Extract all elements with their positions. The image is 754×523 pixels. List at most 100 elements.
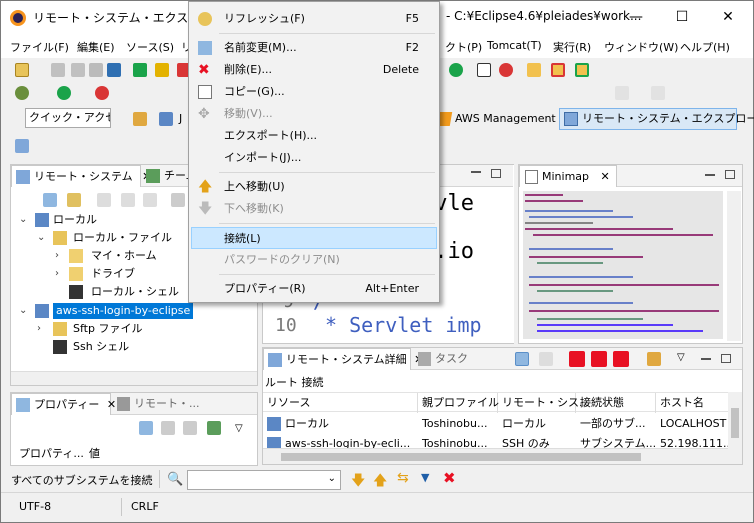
minimap-preview[interactable] xyxy=(523,191,723,339)
debug-resume-icon[interactable] xyxy=(133,63,147,77)
sync-icon[interactable]: ⇆ xyxy=(397,470,409,486)
menu-item-import[interactable]: インポート(J)... xyxy=(191,147,437,169)
menu-source[interactable]: ソース(S) xyxy=(126,39,174,55)
search-icon[interactable]: 🔍 xyxy=(167,472,183,487)
stop-icon[interactable] xyxy=(569,351,585,367)
menu-item-clear-password[interactable]: パスワードのクリア(N) xyxy=(191,249,437,271)
minimize-view-icon[interactable] xyxy=(471,171,481,173)
tomcat-cat-restart-icon[interactable] xyxy=(575,63,589,77)
restore-icon[interactable] xyxy=(183,421,197,435)
tab-remote-shell[interactable]: リモート・... xyxy=(112,393,206,415)
scrollbar-thumb[interactable] xyxy=(731,408,739,438)
nav-back-icon[interactable] xyxy=(615,86,629,100)
menu-item-rename[interactable]: 名前変更(M)... F2 xyxy=(191,37,437,59)
run-icon[interactable] xyxy=(57,86,71,100)
minimize-view-icon[interactable] xyxy=(701,358,711,360)
tab-properties[interactable]: プロパティー ✕ xyxy=(11,393,116,415)
menu-item-properties[interactable]: プロパティー(R) Alt+Enter xyxy=(191,278,437,300)
menu-help[interactable]: ヘルプ(H) xyxy=(680,39,730,55)
dropdown-icon[interactable]: ▼ xyxy=(421,471,429,484)
maximize-button[interactable]: ☐ xyxy=(659,1,705,34)
perspective-aws[interactable]: AWS Management xyxy=(435,108,556,130)
menu-item-move-up[interactable]: 🡅 上へ移動(U) xyxy=(191,176,437,198)
vertical-scrollbar[interactable] xyxy=(727,191,741,341)
search-combo[interactable]: ⌄ xyxy=(187,470,341,490)
vertical-scrollbar[interactable] xyxy=(728,392,742,464)
save-icon[interactable] xyxy=(51,63,65,77)
link-icon[interactable] xyxy=(67,193,81,207)
collapse-icon[interactable] xyxy=(171,193,185,207)
save-all-icon[interactable] xyxy=(71,63,85,77)
pin-icon[interactable] xyxy=(207,421,221,435)
menu-item-connect[interactable]: 接続(L) xyxy=(191,227,437,249)
chevron-down-icon[interactable]: ⌄ xyxy=(19,302,27,320)
menu-window[interactable]: ウィンドウ(W) xyxy=(604,39,678,55)
menu-item-move-down[interactable]: 🡇 下へ移動(K) xyxy=(191,198,437,220)
horizontal-scrollbar[interactable] xyxy=(11,371,257,385)
open-perspective-icon[interactable] xyxy=(133,112,147,126)
col-resource[interactable]: リソース xyxy=(263,393,418,413)
link-with-tree-icon[interactable] xyxy=(515,352,529,366)
advanced-icon[interactable] xyxy=(161,421,175,435)
new-icon[interactable] xyxy=(15,63,29,77)
menu-item-delete[interactable]: ✖ 削除(E)... Delete xyxy=(191,59,437,81)
tab-minimap[interactable]: Minimap ✕ xyxy=(519,165,617,187)
horizontal-scrollbar[interactable] xyxy=(263,448,728,464)
close-button[interactable]: ✕ xyxy=(705,1,751,34)
minimize-button[interactable]: — xyxy=(613,1,659,34)
maximize-view-icon[interactable] xyxy=(721,354,731,363)
tomcat-cat-icon[interactable] xyxy=(527,63,541,77)
perspective-rse[interactable]: リモート・システム・エクスプローラー xyxy=(559,108,754,130)
tab-remote-systems[interactable]: リモート・システム ✕ xyxy=(11,165,151,187)
tomcat-refresh-icon[interactable] xyxy=(499,63,513,77)
new-connection-icon[interactable] xyxy=(43,193,57,207)
terminal-icon[interactable] xyxy=(107,63,121,77)
menu-run[interactable]: 実行(R) xyxy=(553,39,591,55)
stop-icon[interactable] xyxy=(613,351,629,367)
connect-all-label[interactable]: すべてのサブシステムを接続 xyxy=(11,472,152,488)
tab-remote-details[interactable]: リモート・システム詳細 ✕ xyxy=(263,348,423,370)
close-tab-icon[interactable]: ✕ xyxy=(601,170,610,183)
debug-icon[interactable] xyxy=(15,86,29,100)
chevron-right-icon[interactable]: › xyxy=(55,265,59,283)
menu-item-export[interactable]: エクスポート(H)... xyxy=(191,125,437,147)
tab-tasks[interactable]: タスク xyxy=(413,348,474,370)
col-connection-status[interactable]: 接続状態 xyxy=(576,393,656,413)
quick-access-input[interactable]: クイック・アクセス xyxy=(25,108,111,128)
back-icon[interactable] xyxy=(539,352,553,366)
maximize-view-icon[interactable] xyxy=(725,170,735,179)
forward-icon[interactable] xyxy=(121,193,135,207)
remote-system-strip-icon[interactable] xyxy=(15,139,29,153)
menu-project[interactable]: クト(P) xyxy=(445,39,482,55)
go-into-icon[interactable] xyxy=(647,352,661,366)
scrollbar-thumb[interactable] xyxy=(281,453,641,461)
tomcat-cat-stop-icon[interactable] xyxy=(551,63,565,77)
arrow-down-icon[interactable]: 🡇 xyxy=(351,470,365,494)
home-icon[interactable] xyxy=(143,193,157,207)
chevron-right-icon[interactable]: › xyxy=(37,320,41,338)
stop-icon[interactable] xyxy=(591,351,607,367)
menu-item-copy[interactable]: コピー(G)... xyxy=(191,81,437,103)
remove-icon[interactable]: ✖ xyxy=(443,469,456,487)
back-icon[interactable] xyxy=(97,193,111,207)
chevron-down-icon[interactable]: ⌄ xyxy=(328,473,336,484)
print-icon[interactable] xyxy=(89,63,103,77)
nav-forward-icon[interactable] xyxy=(651,86,665,100)
table-row[interactable]: aws-ssh-login-by-ecli... Toshinobu... SS… xyxy=(263,434,728,448)
minimize-view-icon[interactable] xyxy=(705,174,715,176)
maximize-view-icon[interactable] xyxy=(491,169,501,178)
categories-icon[interactable] xyxy=(139,421,153,435)
table-row[interactable]: ローカル Toshinobu... ローカル 一部のサブ... LOCALHOS… xyxy=(263,414,728,434)
menu-item-refresh[interactable]: リフレッシュ(F) F5 xyxy=(191,8,437,30)
menu-edit[interactable]: 編集(E) xyxy=(77,39,115,55)
tomcat-start-icon[interactable] xyxy=(449,63,463,77)
tomcat-page-icon[interactable] xyxy=(477,63,491,77)
external-tools-icon[interactable] xyxy=(95,86,109,100)
java-perspective-icon[interactable] xyxy=(159,112,173,126)
menu-tomcat[interactable]: Tomcat(T) xyxy=(487,39,542,52)
chevron-right-icon[interactable]: › xyxy=(55,247,59,265)
col-host-name[interactable]: ホスト名 xyxy=(656,393,726,413)
chevron-down-icon[interactable]: ⌄ xyxy=(19,211,27,229)
menu-item-move[interactable]: ✥ 移動(V)... xyxy=(191,103,437,125)
debug-suspend-icon[interactable] xyxy=(155,63,169,77)
